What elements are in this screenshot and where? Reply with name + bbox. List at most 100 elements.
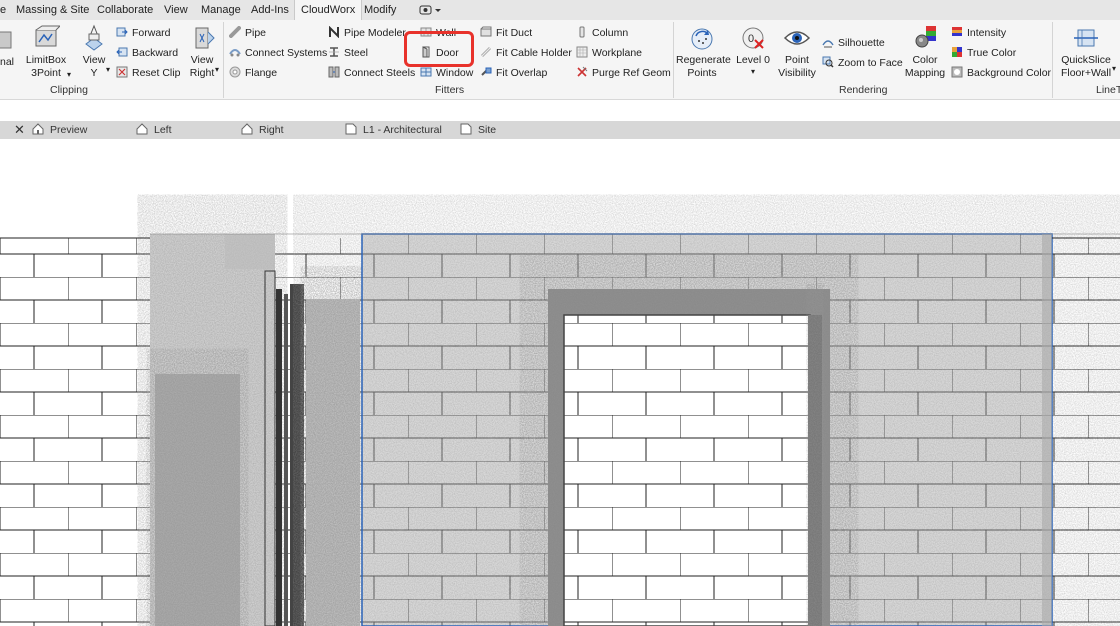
clip-partial-label: nal <box>0 56 14 68</box>
clipping-panel-label: Clipping <box>50 84 88 96</box>
flange-button[interactable]: Flange <box>229 66 277 80</box>
level-0-button[interactable]: 0 Level 0 ▾ <box>734 24 772 77</box>
intensity-button[interactable]: Intensity <box>951 26 1006 40</box>
view-right-label: View Right <box>189 54 215 79</box>
menu-bar: e Massing & Site Collaborate View Manage… <box>0 0 1120 20</box>
point-visibility-label: Point Visibility <box>778 54 816 79</box>
fit-cable-holder-icon <box>480 46 492 58</box>
limitbox-dropdown-arrow[interactable]: ▾ <box>67 70 71 79</box>
view-tab-site-label: Site <box>478 124 497 136</box>
steel-button[interactable]: Steel <box>328 46 368 60</box>
level-0-dropdown-arrow[interactable]: ▾ <box>734 67 772 77</box>
floor-plan-icon <box>345 123 357 135</box>
window-button[interactable]: Window <box>420 66 473 80</box>
view-tab-left-label: Left <box>154 124 172 136</box>
background-color-label: Background Color <box>967 67 1052 79</box>
purge-ref-geom-label: Purge Ref Geom <box>592 67 671 79</box>
quick-access-dropdown[interactable] <box>419 4 443 16</box>
level-0-label: Level 0 <box>736 54 770 66</box>
view-tab-left[interactable]: Left <box>136 121 172 139</box>
silhouette-label: Silhouette <box>838 37 885 49</box>
column-label: Column <box>592 27 629 39</box>
color-mapping-button[interactable]: Color Mapping <box>903 24 947 80</box>
fit-cable-holder-button[interactable]: Fit Cable Holder <box>480 46 572 60</box>
fit-overlap-label: Fit Overlap <box>496 67 548 79</box>
workplane-button[interactable]: Workplane <box>576 46 642 60</box>
clip-partial-button[interactable]: nal <box>0 26 14 69</box>
backward-button[interactable]: Backward <box>116 46 178 60</box>
menu-tab-add-ins[interactable]: Add-Ins <box>251 0 289 20</box>
color-mapping-icon <box>911 24 939 52</box>
pipe-modeler-button[interactable]: Pipe Modeler <box>328 26 406 40</box>
level-0-icon: 0 <box>739 24 767 52</box>
drawing-canvas[interactable] <box>0 139 1120 626</box>
column-button[interactable]: Column <box>576 26 628 40</box>
floor-plan-icon <box>460 123 472 135</box>
view-tab-right[interactable]: Right <box>241 121 284 139</box>
view-tab-preview[interactable]: Preview <box>32 121 87 139</box>
door-highlight-box <box>404 31 474 67</box>
quickslice-dropdown-arrow[interactable]: ▾ <box>1112 64 1116 73</box>
backward-icon <box>116 46 128 58</box>
rendering-panel-label: Rendering <box>839 84 888 96</box>
true-color-label: True Color <box>967 47 1017 59</box>
background-color-button[interactable]: Background Color <box>951 66 1051 80</box>
panel-separator <box>1052 22 1053 98</box>
pipe-button[interactable]: Pipe <box>229 26 266 40</box>
forward-button[interactable]: Forward <box>116 26 171 40</box>
close-icon[interactable]: ✕ <box>14 121 26 139</box>
point-visibility-button[interactable]: Point Visibility <box>776 24 818 80</box>
connect-steels-icon <box>328 66 340 78</box>
pipe-modeler-icon <box>328 26 340 38</box>
silhouette-button[interactable]: Silhouette <box>822 36 885 50</box>
quickslice-label: QuickSlice Floor+Wall <box>1060 54 1112 79</box>
workplane-icon <box>576 46 588 58</box>
panel-separator <box>673 22 674 98</box>
menu-tab-partial[interactable]: e <box>0 0 6 20</box>
fit-duct-label: Fit Duct <box>496 27 533 39</box>
zoom-to-face-icon <box>822 56 834 68</box>
pipe-label: Pipe <box>245 27 267 39</box>
column-icon <box>576 26 588 38</box>
eye-icon <box>783 24 811 52</box>
regenerate-points-button[interactable]: Regenerate Points <box>676 24 731 80</box>
view-right-dropdown-arrow[interactable]: ▾ <box>215 65 219 74</box>
ribbon-gap <box>0 100 1120 121</box>
backward-label: Backward <box>132 47 179 59</box>
menu-tab-cloudworx[interactable]: CloudWorx <box>294 0 363 20</box>
fit-overlap-icon <box>480 66 492 78</box>
fit-cable-holder-label: Fit Cable Holder <box>496 47 572 59</box>
linetools-panel-label: LineT <box>1096 84 1120 96</box>
clip-partial-icon <box>0 26 12 54</box>
reset-clip-label: Reset Clip <box>132 67 181 79</box>
svg-text:0: 0 <box>748 33 754 45</box>
menu-tab-view[interactable]: View <box>164 0 188 20</box>
view-tab-site[interactable]: Site <box>460 121 496 139</box>
purge-ref-geom-icon <box>576 66 588 78</box>
menu-tab-manage[interactable]: Manage <box>201 0 241 20</box>
point-cloud-view <box>0 233 1120 626</box>
menu-tab-massing-site[interactable]: Massing & Site <box>16 0 89 20</box>
connect-systems-label: Connect Systems <box>245 47 328 59</box>
true-color-icon <box>951 46 963 58</box>
menu-tab-modify[interactable]: Modify <box>364 0 396 20</box>
window-icon <box>420 66 432 78</box>
connect-steels-button[interactable]: Connect Steels <box>328 66 415 80</box>
purge-ref-geom-button[interactable]: Purge Ref Geom <box>576 66 671 80</box>
view-y-dropdown-arrow[interactable]: ▾ <box>106 65 110 74</box>
view-right-button[interactable]: View Right <box>186 24 218 80</box>
zoom-to-face-button[interactable]: Zoom to Face <box>822 56 903 70</box>
view-tab-l1-architectural[interactable]: L1 - Architectural <box>345 121 442 139</box>
regenerate-points-label: Regenerate Points <box>676 54 731 79</box>
menu-tab-collaborate[interactable]: Collaborate <box>97 0 153 20</box>
silhouette-icon <box>822 36 834 48</box>
fit-overlap-button[interactable]: Fit Overlap <box>480 66 547 80</box>
connect-systems-button[interactable]: Connect Systems <box>229 46 327 60</box>
pipe-icon <box>229 26 241 38</box>
true-color-button[interactable]: True Color <box>951 46 1016 60</box>
fit-duct-button[interactable]: Fit Duct <box>480 26 532 40</box>
limitbox-3point-button[interactable]: LimitBox 3Point <box>24 24 68 80</box>
quickslice-floor-wall-button[interactable]: QuickSlice Floor+Wall <box>1058 24 1114 80</box>
connect-systems-icon <box>229 46 241 58</box>
reset-clip-button[interactable]: Reset Clip <box>116 66 180 80</box>
